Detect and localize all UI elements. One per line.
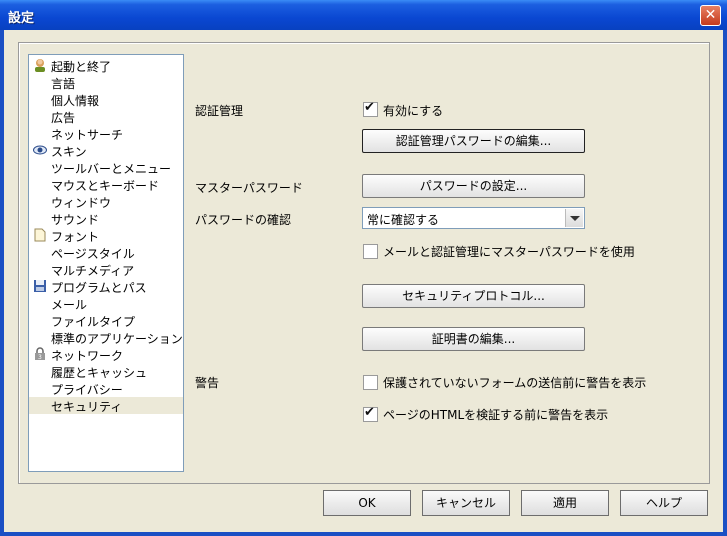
apply-button[interactable]: 適用	[521, 490, 609, 516]
sidebar-item-language[interactable]: 言語	[29, 74, 183, 91]
warn-html-checkbox[interactable]	[363, 405, 378, 422]
confirm-password-value: 常に確認する	[367, 213, 440, 227]
sidebar-item-skin[interactable]: スキン	[29, 142, 183, 159]
cancel-button[interactable]: キャンセル	[422, 490, 510, 516]
sidebar-item-pagestyle[interactable]: ページスタイル	[29, 244, 183, 261]
sidebar-item-personal[interactable]: 個人情報	[29, 91, 183, 108]
security-protocols-button[interactable]: セキュリティプロトコル...	[362, 284, 585, 308]
sidebar-item-history[interactable]: 履歴とキャッシュ	[29, 363, 183, 380]
title-bar[interactable]: 設定 ✕	[0, 0, 727, 30]
edit-certificates-button[interactable]: 証明書の編集...	[362, 327, 585, 351]
person-icon	[35, 59, 45, 72]
enable-auth-label: 有効にする	[383, 104, 444, 118]
warning-label: 警告	[195, 376, 220, 390]
warn-unsecure-label: 保護されていないフォームの送信前に警告を表示	[383, 376, 647, 390]
sidebar-item-mouse[interactable]: マウスとキーボード	[29, 176, 183, 193]
edit-auth-password-button[interactable]: 認証管理パスワードの編集...	[362, 129, 585, 153]
enable-auth-checkbox[interactable]	[363, 100, 378, 117]
settings-window: 設定 ✕ 起動と終了 言語 個人情報 広告 ネットサーチ スキン ツールバーとメ…	[0, 0, 727, 536]
master-password-label: マスターパスワード	[195, 181, 303, 195]
sidebar-item-filetypes[interactable]: ファイルタイプ	[29, 312, 183, 329]
sidebar-item-default-apps[interactable]: 標準のアプリケーション	[29, 329, 183, 346]
client-area: 起動と終了 言語 個人情報 広告 ネットサーチ スキン ツールバーとメニュー マ…	[4, 30, 723, 532]
disk-icon	[34, 280, 46, 292]
sidebar-item-search[interactable]: ネットサーチ	[29, 125, 183, 142]
sidebar-item-programs[interactable]: プログラムとパス	[29, 278, 183, 295]
sidebar-item-window[interactable]: ウィンドウ	[29, 193, 183, 210]
close-button[interactable]: ✕	[700, 5, 721, 26]
lock-icon: 3	[35, 347, 45, 361]
eye-icon	[33, 145, 47, 155]
sidebar-item-network[interactable]: 3 ネットワーク	[29, 346, 183, 363]
warn-html-label: ページのHTMLを検証する前に警告を表示	[383, 408, 609, 422]
svg-text:3: 3	[38, 354, 42, 361]
sidebar-item-mail[interactable]: メール	[29, 295, 183, 312]
settings-panel: 起動と終了 言語 個人情報 広告 ネットサーチ スキン ツールバーとメニュー マ…	[18, 42, 710, 484]
confirm-password-label: パスワードの確認	[195, 213, 292, 227]
close-icon: ✕	[704, 7, 717, 23]
sidebar-item-sound[interactable]: サウンド	[29, 210, 183, 227]
sidebar-item-ads[interactable]: 広告	[29, 108, 183, 125]
sidebar-item-font[interactable]: フォント	[29, 227, 183, 244]
ok-button[interactable]: OK	[323, 490, 411, 516]
warn-unsecure-checkbox[interactable]	[363, 375, 378, 390]
sidebar-item-privacy[interactable]: プライバシー	[29, 380, 183, 397]
auth-label: 認証管理	[195, 104, 244, 118]
help-button[interactable]: ヘルプ	[620, 490, 708, 516]
confirm-password-select[interactable]: 常に確認する	[362, 207, 585, 229]
use-master-label: メールと認証管理にマスターパスワードを使用	[383, 245, 635, 259]
category-list: 起動と終了 言語 個人情報 広告 ネットサーチ スキン ツールバーとメニュー マ…	[28, 54, 184, 472]
document-icon	[34, 228, 46, 242]
sidebar-item-toolbars[interactable]: ツールバーとメニュー	[29, 159, 183, 176]
use-master-checkbox[interactable]	[363, 244, 378, 259]
set-password-button[interactable]: パスワードの設定...	[362, 174, 585, 198]
window-title: 設定	[8, 11, 35, 26]
sidebar-item-security[interactable]: セキュリティ	[29, 397, 183, 414]
sidebar-item-multimedia[interactable]: マルチメディア	[29, 261, 183, 278]
sidebar-item-startup[interactable]: 起動と終了	[29, 57, 183, 74]
chevron-down-icon[interactable]	[565, 209, 583, 227]
